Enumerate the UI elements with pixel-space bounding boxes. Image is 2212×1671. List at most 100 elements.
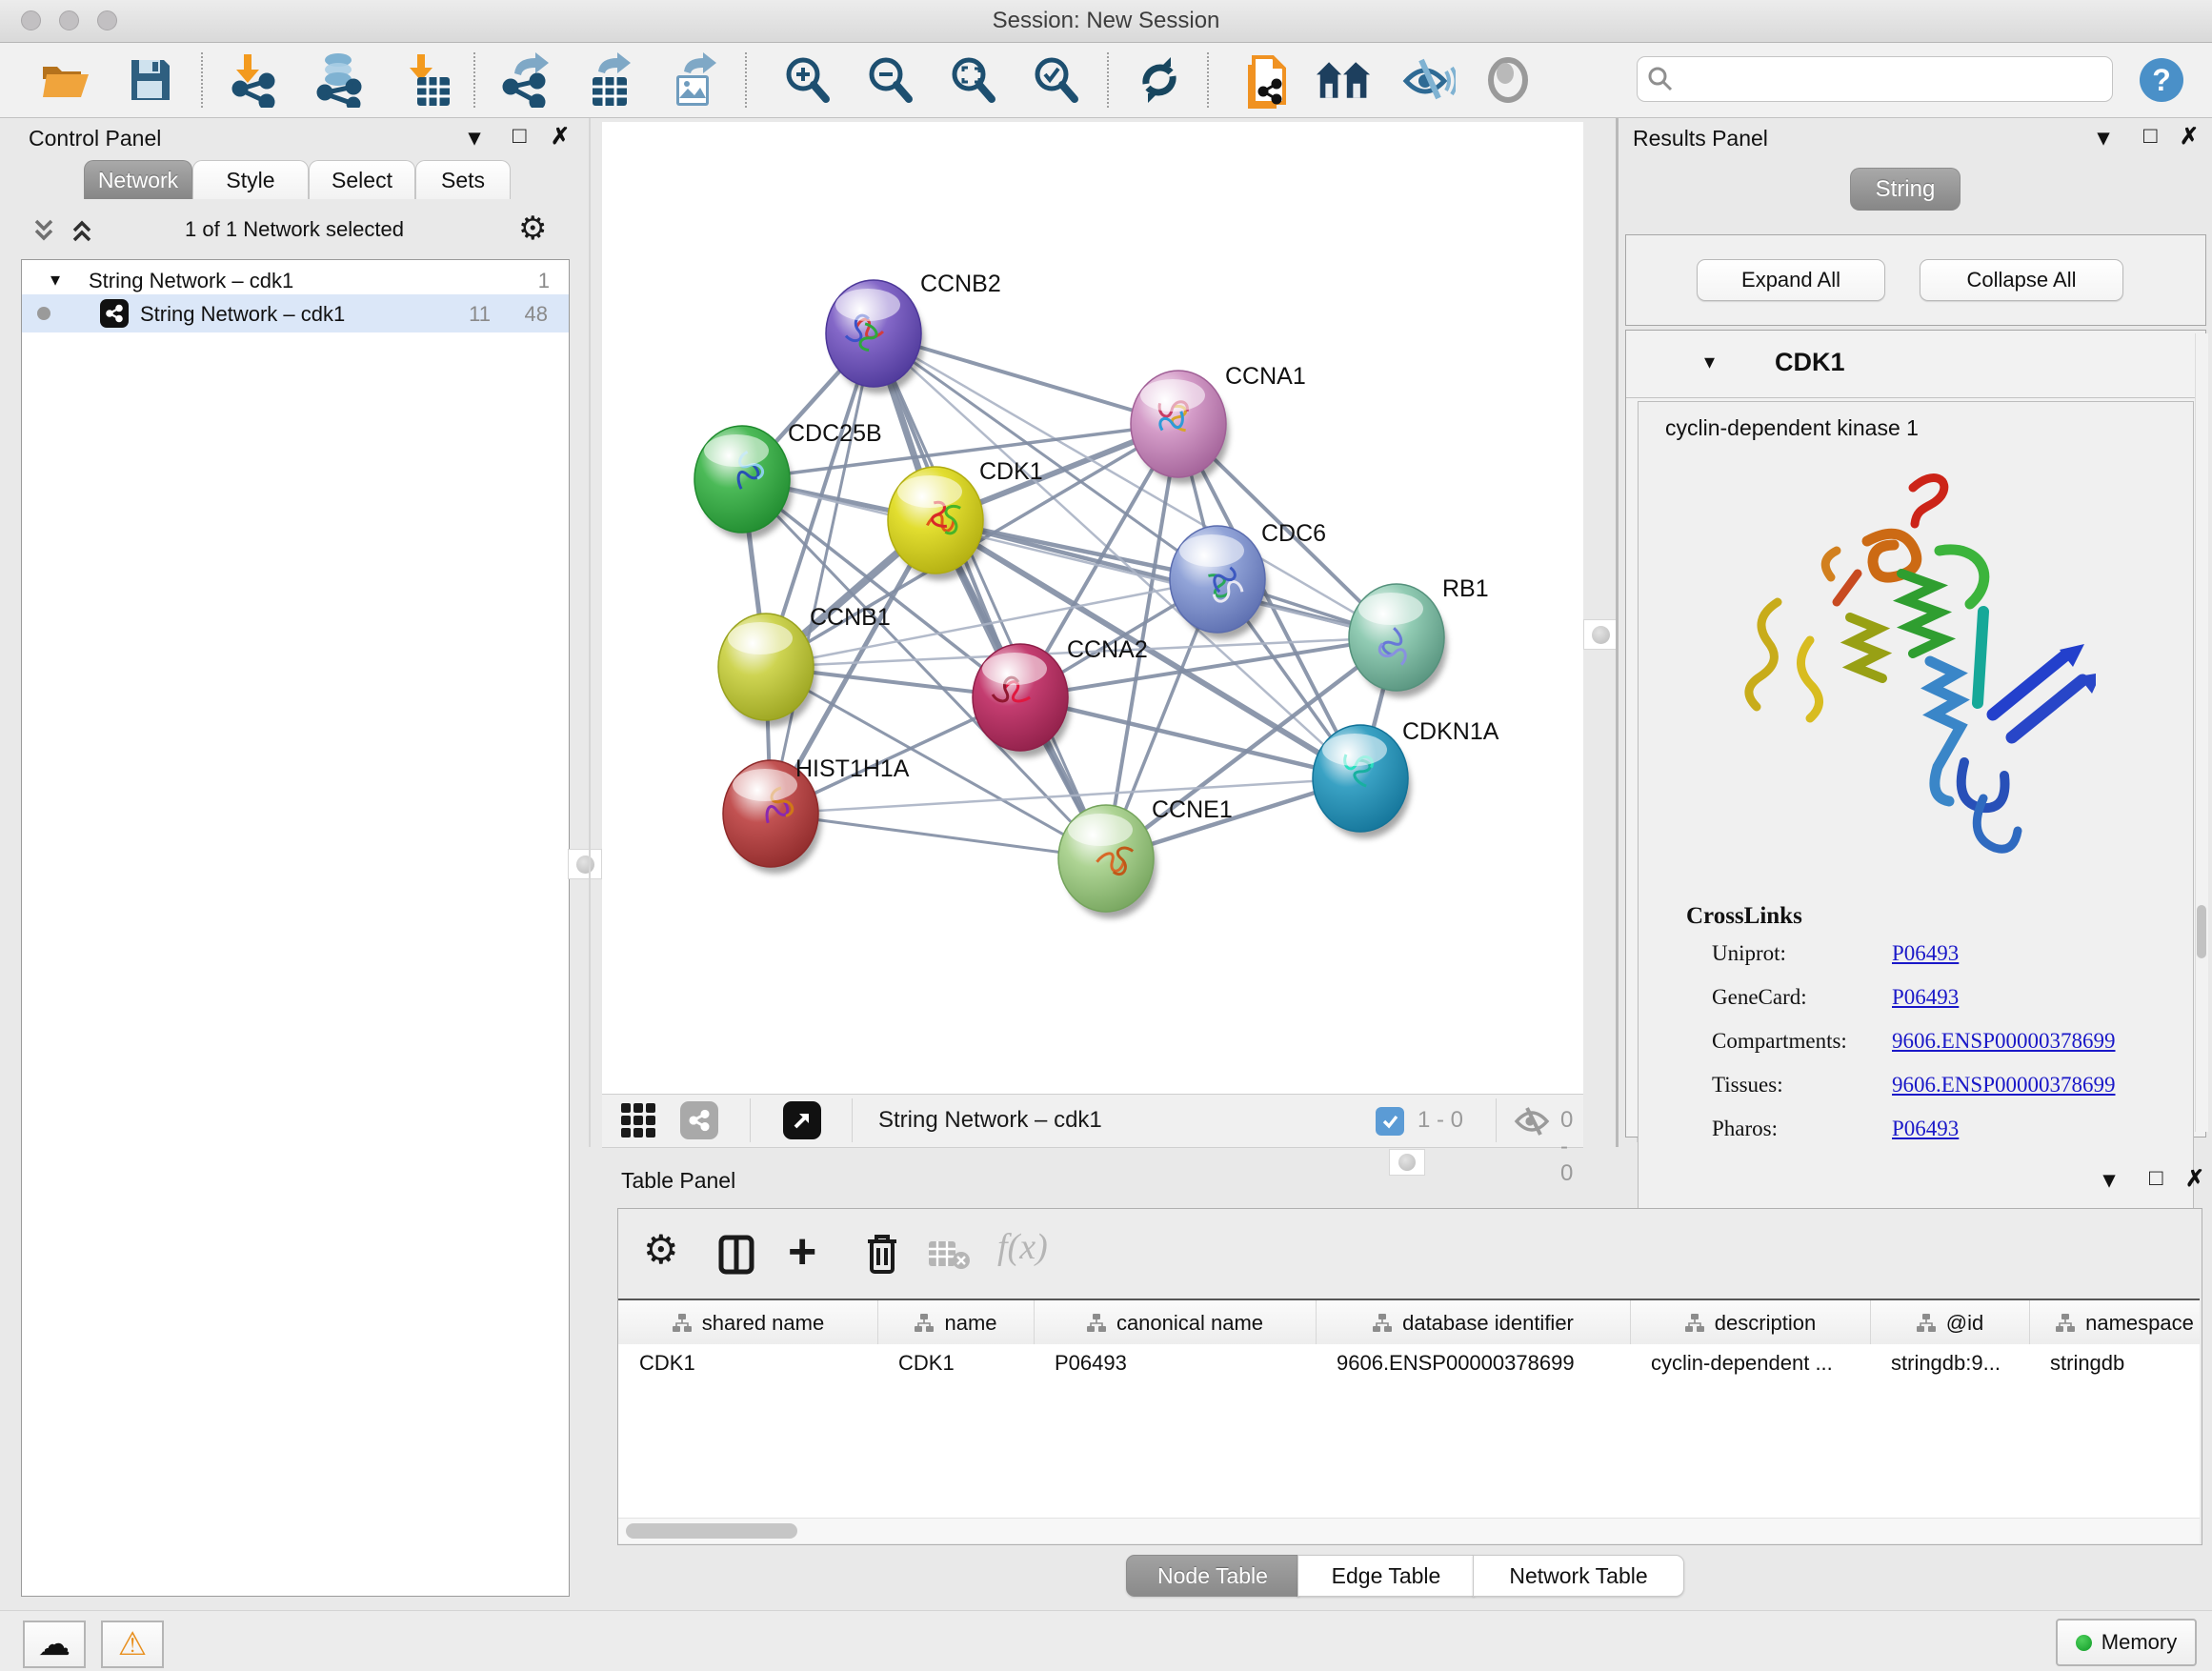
column-header-shared-name[interactable]: shared name bbox=[618, 1300, 878, 1345]
table-cell[interactable]: stringdb bbox=[2050, 1351, 2200, 1376]
table-panel-float-icon[interactable]: □ bbox=[2149, 1165, 2163, 1192]
selected-checkbox-icon[interactable] bbox=[1376, 1107, 1404, 1136]
string-import-icon[interactable] bbox=[1238, 50, 1294, 110]
network-node-CDK1[interactable] bbox=[888, 467, 986, 580]
open-in-window-icon[interactable] bbox=[783, 1101, 821, 1139]
table-row[interactable]: CDK1 CDK1 P06493 9606.ENSP00000378699 cyclin… bbox=[618, 1344, 2200, 1382]
tab-network[interactable]: Network bbox=[84, 160, 192, 199]
table-cell[interactable]: P06493 bbox=[1055, 1351, 1312, 1376]
network-row-selected[interactable]: String Network – cdk1 11 48 bbox=[22, 294, 569, 332]
network-options-gear-icon[interactable]: ⚙ bbox=[518, 210, 547, 248]
warnings-button[interactable]: ⚠ bbox=[101, 1621, 164, 1668]
glass-ball-effect-icon[interactable] bbox=[1400, 50, 1456, 110]
control-panel-menu-icon[interactable]: ▾ bbox=[469, 124, 480, 151]
memory-button[interactable]: Memory bbox=[2056, 1619, 2197, 1666]
table-panel-close-icon[interactable]: ✗ bbox=[2185, 1165, 2204, 1193]
results-scrollbar-thumb[interactable] bbox=[2197, 905, 2206, 958]
table-cell[interactable]: stringdb:9... bbox=[1891, 1351, 2025, 1376]
column-header-database-identifier[interactable]: database identifier bbox=[1316, 1300, 1631, 1345]
tab-sets[interactable]: Sets bbox=[415, 160, 511, 199]
network-node-CCNA2[interactable] bbox=[973, 644, 1071, 757]
add-column-icon[interactable]: + bbox=[788, 1230, 816, 1274]
gene-section-header[interactable]: ▾ CDK1 bbox=[1626, 331, 2205, 398]
import-network-database-icon[interactable] bbox=[312, 50, 368, 110]
show-enhanced-labels-icon[interactable] bbox=[1480, 50, 1536, 110]
table-settings-gear-icon[interactable]: ⚙ bbox=[643, 1230, 679, 1270]
delete-column-icon[interactable] bbox=[864, 1232, 900, 1276]
table-hscrollbar-thumb[interactable] bbox=[626, 1523, 797, 1539]
export-image-icon[interactable] bbox=[667, 50, 722, 110]
table-panel-title: Table Panel bbox=[621, 1168, 735, 1194]
search-input[interactable] bbox=[1679, 61, 2102, 95]
gene-caret-icon[interactable]: ▾ bbox=[1704, 350, 1715, 374]
column-visibility-icon[interactable] bbox=[717, 1234, 755, 1276]
import-network-file-icon[interactable] bbox=[227, 50, 282, 110]
expand-all-button[interactable]: Expand All bbox=[1697, 259, 1885, 301]
cloud-button[interactable]: ☁ bbox=[23, 1621, 86, 1668]
collection-caret-icon[interactable]: ▾ bbox=[50, 268, 60, 292]
table-panel-body: ⚙ + f(x) shared namenamecanonical nameda… bbox=[617, 1208, 2202, 1545]
export-network-icon[interactable] bbox=[499, 50, 554, 110]
memory-status-icon bbox=[2076, 1635, 2092, 1651]
refresh-layout-icon[interactable] bbox=[1132, 50, 1187, 110]
crosslink-link[interactable]: 9606.ENSP00000378699 bbox=[1892, 1029, 2116, 1054]
column-header-name[interactable]: name bbox=[877, 1300, 1035, 1345]
crosslink-link[interactable]: 9606.ENSP00000378699 bbox=[1892, 1073, 2116, 1097]
node-label-CDC25B: CDC25B bbox=[788, 420, 882, 447]
crosslink-link[interactable]: P06493 bbox=[1892, 941, 1959, 966]
tab-edge-table[interactable]: Edge Table bbox=[1297, 1555, 1475, 1597]
network-node-CCNE1[interactable] bbox=[1058, 805, 1156, 918]
tab-node-table[interactable]: Node Table bbox=[1126, 1555, 1299, 1597]
tab-style[interactable]: Style bbox=[192, 160, 309, 199]
column-header-description[interactable]: description bbox=[1630, 1300, 1871, 1345]
crosslink-link[interactable]: P06493 bbox=[1892, 985, 1959, 1010]
column-header--id[interactable]: @id bbox=[1870, 1300, 2030, 1345]
tab-network-table[interactable]: Network Table bbox=[1473, 1555, 1684, 1597]
tab-select[interactable]: Select bbox=[309, 160, 415, 199]
toolbar-separator bbox=[1107, 52, 1109, 108]
table-cell[interactable]: 9606.ENSP00000378699 bbox=[1337, 1351, 1626, 1376]
houses-icon[interactable] bbox=[1317, 50, 1372, 110]
left-splitter-handle[interactable] bbox=[568, 849, 602, 879]
results-panel-title: Results Panel bbox=[1633, 126, 1768, 151]
protein-structure-image bbox=[1715, 459, 2096, 878]
zoom-in-icon[interactable] bbox=[779, 50, 835, 110]
column-header-namespace[interactable]: namespace bbox=[2029, 1300, 2200, 1345]
network-node-CDC25B[interactable] bbox=[694, 426, 793, 539]
zoom-out-icon[interactable] bbox=[862, 50, 917, 110]
control-panel-close-icon[interactable]: ✗ bbox=[551, 123, 570, 151]
export-table-icon[interactable] bbox=[583, 50, 638, 110]
network-node-CCNA1[interactable] bbox=[1131, 371, 1229, 484]
table-panel-menu-icon[interactable]: ▾ bbox=[2103, 1166, 2115, 1194]
crosslink-link[interactable]: P06493 bbox=[1892, 1117, 1959, 1141]
birdseye-grid-icon[interactable] bbox=[621, 1103, 657, 1139]
open-session-icon[interactable] bbox=[38, 50, 93, 110]
share-view-icon[interactable] bbox=[680, 1101, 718, 1139]
network-node-CCNB2[interactable] bbox=[826, 280, 924, 393]
results-panel-float-icon[interactable]: □ bbox=[2143, 123, 2158, 150]
zoom-selected-icon[interactable] bbox=[1028, 50, 1083, 110]
results-panel-close-icon[interactable]: ✗ bbox=[2180, 123, 2199, 151]
table-cell[interactable]: cyclin-dependent ... bbox=[1651, 1351, 1866, 1376]
table-cell[interactable]: CDK1 bbox=[898, 1351, 1030, 1376]
network-node-CDKN1A[interactable] bbox=[1313, 725, 1411, 838]
network-node-CDC6[interactable] bbox=[1170, 526, 1268, 639]
results-scrollbar[interactable] bbox=[2195, 333, 2208, 1132]
table-hscrollbar[interactable] bbox=[618, 1518, 2200, 1543]
zoom-fit-icon[interactable] bbox=[945, 50, 1000, 110]
status-bar: ☁ ⚠ Memory bbox=[0, 1610, 2212, 1671]
right-splitter-handle[interactable] bbox=[1583, 619, 1618, 650]
network-node-CCNB1[interactable] bbox=[718, 614, 816, 727]
import-table-icon[interactable] bbox=[400, 50, 455, 110]
network-node-RB1[interactable] bbox=[1349, 584, 1447, 697]
network-canvas[interactable]: CCNB2CCNA1CDC25BCDK1CDC6RB1CCNB1CCNA2CDK… bbox=[602, 122, 1583, 1094]
column-header-canonical-name[interactable]: canonical name bbox=[1034, 1300, 1317, 1345]
collapse-all-button[interactable]: Collapse All bbox=[1920, 259, 2123, 301]
table-cell[interactable]: CDK1 bbox=[639, 1351, 874, 1376]
hidden-eye-slash-icon[interactable] bbox=[1513, 1106, 1551, 1137]
tab-string[interactable]: String bbox=[1850, 168, 1961, 211]
control-panel-float-icon[interactable]: □ bbox=[513, 123, 527, 150]
save-session-icon[interactable] bbox=[122, 50, 177, 110]
results-panel-menu-icon[interactable]: ▾ bbox=[2098, 124, 2109, 151]
help-icon[interactable]: ? bbox=[2128, 50, 2195, 110]
